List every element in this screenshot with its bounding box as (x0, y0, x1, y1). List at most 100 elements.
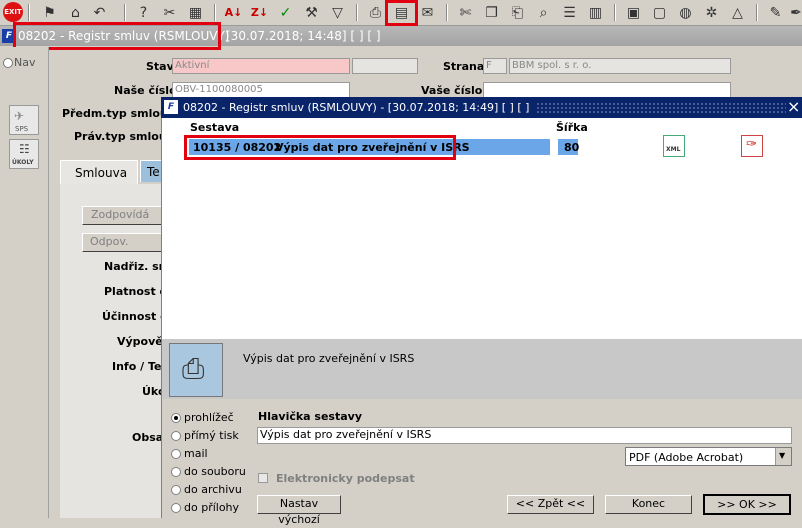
exit-button[interactable]: EXIT (3, 2, 23, 22)
predm-typ-label: Předm.typ smlouv (62, 107, 175, 120)
settings-icon[interactable]: ✲ (702, 3, 721, 22)
format-select[interactable]: PDF (Adobe Acrobat) ▼ (625, 447, 792, 466)
elektronicky-label: Elektronicky podepsat (276, 472, 415, 485)
flag-icon[interactable]: ⚑ (40, 3, 59, 22)
strana-value-field[interactable]: BBM spol. s r. o. (509, 58, 731, 74)
stav-extra-field[interactable] (352, 58, 418, 74)
copy-icon[interactable]: ❐ (482, 3, 501, 22)
radio-do-prilohy[interactable] (171, 503, 181, 513)
filter-icon[interactable]: ▽ (328, 3, 347, 22)
vase-cislo-field[interactable] (483, 82, 731, 98)
highlight-report-icon (385, 0, 418, 26)
highlight-row (184, 135, 456, 160)
close-icon[interactable]: × (787, 97, 800, 116)
back-window-date: [30.07.2018; 14:48] [ ] [ ] (226, 29, 381, 43)
print-icon[interactable]: ⎙ (366, 3, 385, 22)
toolbar-separator (28, 4, 30, 21)
list-icon[interactable]: ☰ (560, 3, 579, 22)
help-icon[interactable]: ? (134, 3, 153, 22)
radio-primy-tisk[interactable] (171, 431, 181, 441)
prav-typ-label: Práv.typ smlouv (74, 130, 174, 143)
chevron-down-icon[interactable]: ▼ (775, 448, 791, 465)
radio-prohlizec[interactable] (171, 413, 181, 423)
mail-icon[interactable]: ✉ (418, 3, 437, 22)
tab-smlouva[interactable]: Smlouva (60, 160, 138, 184)
find-icon[interactable]: ⌕ (534, 3, 553, 22)
zpet-button[interactable]: << Zpět << (507, 495, 594, 514)
check-icon[interactable]: ✓ (276, 3, 295, 22)
radio-do-archivu[interactable] (171, 485, 181, 495)
cut-icon[interactable]: ✄ (456, 3, 475, 22)
radio-mail[interactable] (171, 449, 181, 459)
pdf-glyph: ✑ (746, 137, 757, 152)
highlight-back-title (13, 22, 221, 50)
xml-export-icon[interactable]: XML (663, 135, 685, 157)
ok-button[interactable]: >> OK >> (703, 494, 791, 515)
sps-label: SPS (15, 125, 29, 133)
konec-button[interactable]: Konec (605, 495, 692, 514)
back-icon[interactable]: ↶ (90, 3, 109, 22)
plane-icon: ✈ (14, 109, 25, 123)
nav-radio[interactable] (3, 58, 13, 68)
strana-label: Strana (443, 60, 485, 73)
toolbar-separator (356, 4, 358, 21)
nastav-vychozi-button[interactable]: Nastav výchozí (257, 495, 341, 526)
grid-icon[interactable]: ▥ (586, 3, 605, 22)
col-sirka-header: Šířka (556, 121, 588, 134)
nase-cislo-label: Naše číslo (114, 84, 177, 97)
checklist-icon: ☷ (19, 142, 30, 156)
platnost-label: Platnost o (104, 285, 168, 298)
doc-icon[interactable]: ▣ (624, 3, 643, 22)
tab-te[interactable]: Te (140, 160, 162, 182)
dialog-titlebar: F 08202 - Registr smluv (RSMLOUVY) - [30… (161, 97, 802, 118)
radio-do-souboru-label: do souboru (184, 465, 246, 478)
radio-do-archivu-label: do archivu (184, 483, 242, 496)
radio-do-prilohy-label: do přílohy (184, 501, 240, 514)
pdf-export-icon[interactable]: ✑ (741, 135, 763, 157)
vase-cislo-label: Vaše číslo (421, 84, 483, 97)
elektronicky-checkbox[interactable] (258, 473, 268, 483)
dialog-app-icon: F (164, 100, 178, 114)
toolbar-separator (124, 4, 126, 21)
hlavicka-field[interactable]: Výpis dat pro zveřejnění v ISRS (257, 427, 792, 444)
clip-icon[interactable]: ✂ (160, 3, 179, 22)
xml-icon-label: XML (666, 146, 681, 153)
nav-label: Nav (14, 56, 36, 69)
sort-asc-icon[interactable]: A↓ (224, 3, 243, 22)
home-icon[interactable]: ⌂ (66, 3, 85, 22)
preview-text: Výpis dat pro zveřejnění v ISRS (243, 352, 415, 365)
tab-smlouva-label: Smlouva (75, 166, 128, 180)
film-icon[interactable]: ▦ (186, 3, 205, 22)
printer-icon: ⎙ (169, 343, 223, 397)
toolbar-separator (214, 4, 216, 21)
sps-button[interactable]: ✈ SPS (9, 105, 39, 135)
save-icon[interactable]: ▢ (650, 3, 669, 22)
globe-icon[interactable]: ◍ (676, 3, 695, 22)
nase-cislo-field[interactable]: OBV-1100080005 (172, 82, 350, 98)
dialog-title: 08202 - Registr smluv (RSMLOUVY) - [30.0… (183, 101, 530, 114)
left-panel: Nav ✈ SPS ☷ ÚKOLY (0, 47, 49, 518)
ukoly-button[interactable]: ☷ ÚKOLY (9, 139, 39, 169)
odpov-osoby-button[interactable]: Odpov. osoby (82, 233, 162, 252)
pen-icon[interactable]: ✒ (790, 3, 802, 22)
obsa-label: Obsa (132, 431, 164, 444)
strana-code-field[interactable]: F (483, 58, 507, 74)
zodpovida-button[interactable]: Zodpovídá NS (82, 206, 162, 225)
sort-desc-icon[interactable]: Z↓ (250, 3, 269, 22)
stav-label: Stav (146, 60, 174, 73)
toolbar-separator (614, 4, 616, 21)
col-sestava-header: Sestava (190, 121, 240, 134)
radio-do-souboru[interactable] (171, 467, 181, 477)
edit-icon[interactable]: ✎ (766, 3, 785, 22)
chart-icon[interactable]: △ (728, 3, 747, 22)
radio-mail-label: mail (184, 447, 208, 460)
toolbar-separator (446, 4, 448, 21)
radio-primy-tisk-label: přímý tisk (184, 429, 239, 442)
paste-icon[interactable]: ⎗ (508, 3, 527, 22)
toolbar-separator (756, 4, 758, 21)
wrench-icon[interactable]: ⚒ (302, 3, 321, 22)
preview-bar (162, 339, 802, 399)
hlavicka-label: Hlavička sestavy (258, 410, 363, 423)
stav-field[interactable]: Aktivní (172, 58, 350, 74)
format-select-value: PDF (Adobe Acrobat) (629, 451, 744, 464)
